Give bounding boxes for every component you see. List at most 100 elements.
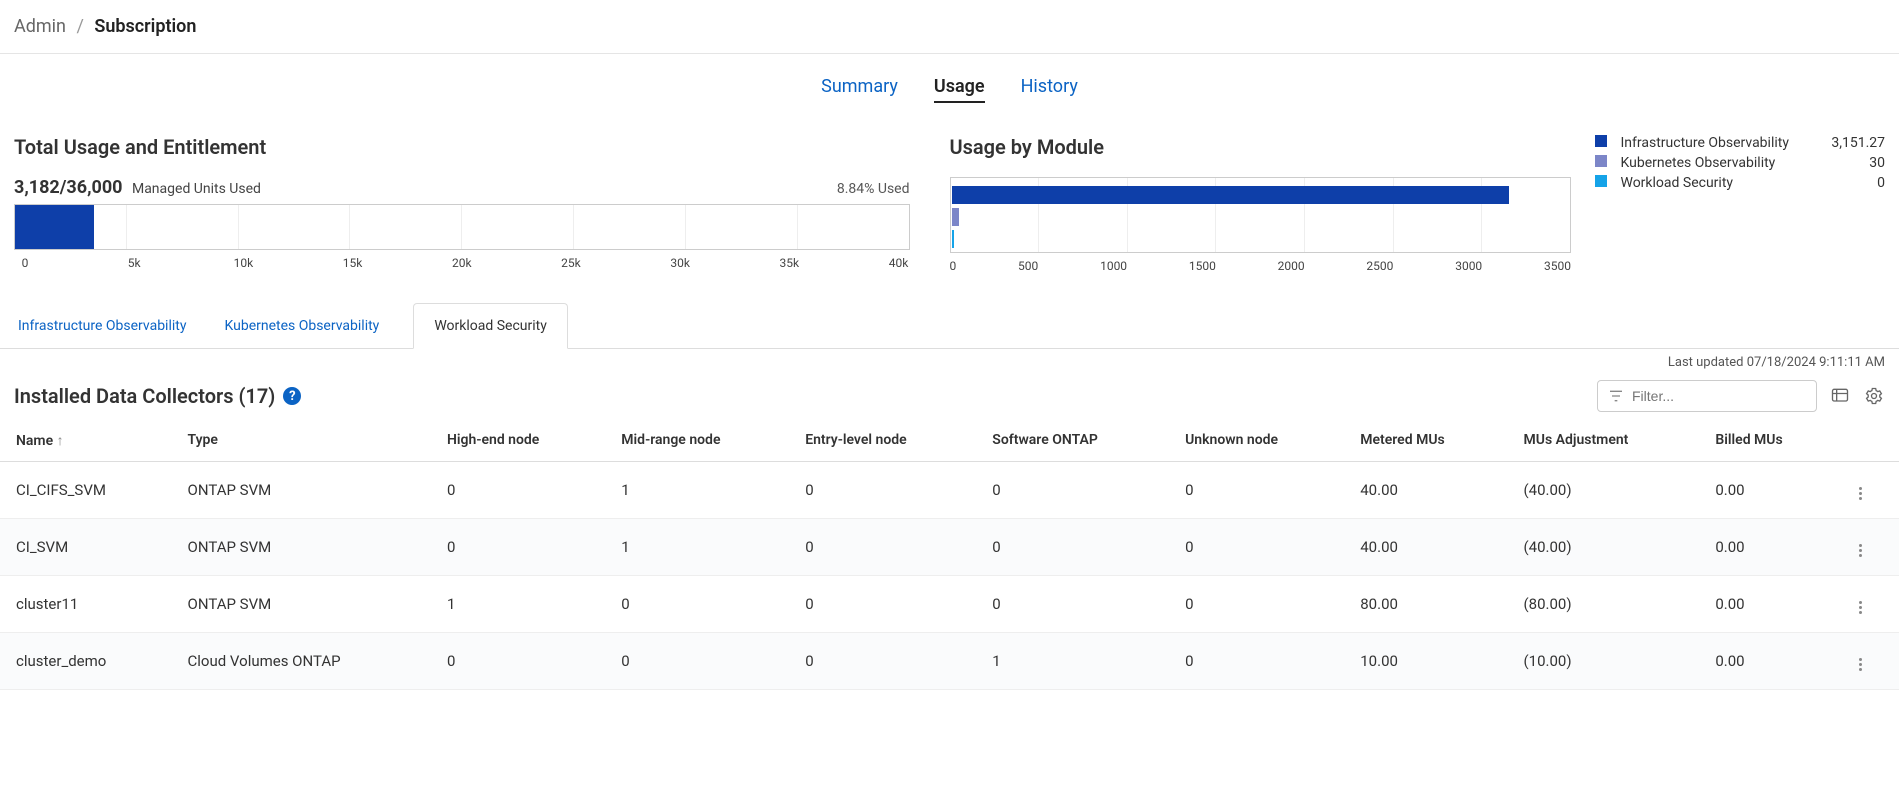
col-software[interactable]: Software ONTAP [976, 420, 1169, 462]
row-kebab-icon[interactable] [1855, 540, 1866, 561]
col-unknown[interactable]: Unknown node [1169, 420, 1344, 462]
breadcrumb-root[interactable]: Admin [14, 16, 66, 37]
tab-usage[interactable]: Usage [934, 76, 985, 103]
table-cell: ONTAP SVM [172, 519, 431, 576]
overview-section: Total Usage and Entitlement 3,182/36,000… [0, 115, 1899, 303]
table-cell: 1 [431, 576, 605, 633]
row-kebab-icon[interactable] [1855, 654, 1866, 675]
table-cell: 0 [789, 462, 976, 519]
col-metered[interactable]: Metered MUs [1344, 420, 1507, 462]
filter-icon [1608, 388, 1624, 404]
table-cell: 0 [605, 576, 789, 633]
table-cell: 0 [1169, 633, 1344, 690]
sub-tabs: Infrastructure Observability Kubernetes … [0, 303, 1899, 349]
table-cell: 0 [789, 576, 976, 633]
table-cell: 0.00 [1699, 576, 1838, 633]
total-usage-title: Total Usage and Entitlement [14, 135, 910, 159]
table-tools [1597, 380, 1885, 412]
col-type[interactable]: Type [172, 420, 431, 462]
table-cell: 80.00 [1344, 576, 1507, 633]
table-cell: (40.00) [1508, 519, 1700, 576]
table-row[interactable]: cluster_demoCloud Volumes ONTAP0001010.0… [0, 633, 1899, 690]
row-kebab-icon[interactable] [1855, 597, 1866, 618]
col-midrange[interactable]: Mid-range node [605, 420, 789, 462]
module-bar-ws [952, 230, 954, 248]
table-cell: 0 [976, 462, 1169, 519]
table-title: Installed Data Collectors (17) ? [14, 384, 301, 408]
module-bar-infra [952, 186, 1510, 204]
total-usage-panel: Total Usage and Entitlement 3,182/36,000… [14, 125, 950, 273]
table-row[interactable]: CI_SVMONTAP SVM0100040.00(40.00)0.00 [0, 519, 1899, 576]
table-cell: 0.00 [1699, 462, 1838, 519]
usage-progress-bar [14, 204, 910, 250]
table-cell: 0 [605, 633, 789, 690]
usage-progress-axis: 0 5k 10k 15k 20k 25k 30k 35k 40k [14, 256, 910, 270]
help-icon[interactable]: ? [283, 387, 301, 405]
subtab-infra[interactable]: Infrastructure Observability [14, 304, 190, 348]
table-cell: 0 [1169, 519, 1344, 576]
table-cell: 40.00 [1344, 462, 1507, 519]
legend-item-k8s: Kubernetes Observability 30 [1595, 155, 1885, 171]
table-cell: 10.00 [1344, 633, 1507, 690]
breadcrumb: Admin / Subscription [0, 0, 1899, 54]
table-cell: CI_SVM [0, 519, 172, 576]
legend-swatch-icon [1595, 155, 1607, 167]
top-tabs: Summary Usage History [0, 54, 1899, 115]
table-cell: 1 [605, 462, 789, 519]
table-header: Installed Data Collectors (17) ? [0, 370, 1899, 420]
tab-history[interactable]: History [1021, 76, 1078, 103]
table-row[interactable]: cluster11ONTAP SVM1000080.00(80.00)0.00 [0, 576, 1899, 633]
legend-item-infra: Infrastructure Observability 3,151.27 [1595, 135, 1885, 151]
gear-icon[interactable] [1863, 385, 1885, 407]
table-row[interactable]: CI_CIFS_SVMONTAP SVM0100040.00(40.00)0.0… [0, 462, 1899, 519]
usage-percent: 8.84% Used [837, 181, 910, 197]
table-cell: 1 [605, 519, 789, 576]
collectors-table: Name Type High-end node Mid-range node E… [0, 420, 1899, 690]
subtab-k8s[interactable]: Kubernetes Observability [220, 304, 383, 348]
breadcrumb-current: Subscription [94, 16, 196, 37]
module-chart-title: Usage by Module [950, 135, 1572, 159]
table-cell: 0 [976, 519, 1169, 576]
tab-summary[interactable]: Summary [821, 76, 898, 103]
usage-progress-fill [15, 205, 94, 249]
table-cell: (40.00) [1508, 462, 1700, 519]
col-name[interactable]: Name [0, 420, 172, 462]
usage-ratio: 3,182/36,000 [14, 177, 122, 198]
module-bar-k8s [952, 208, 959, 226]
usage-by-module-panel: Usage by Module 0 500 1000 1500 2000 250… [950, 125, 1886, 273]
export-icon[interactable] [1829, 385, 1851, 407]
table-cell: 40.00 [1344, 519, 1507, 576]
table-cell: (10.00) [1508, 633, 1700, 690]
module-chart: Usage by Module 0 500 1000 1500 2000 250… [950, 125, 1572, 273]
module-chart-axis: 0 500 1000 1500 2000 2500 3000 3500 [950, 259, 1572, 273]
table-cell: 0 [431, 519, 605, 576]
table-cell: 0.00 [1699, 633, 1838, 690]
table-cell: ONTAP SVM [172, 576, 431, 633]
breadcrumb-separator: / [76, 16, 83, 37]
col-entry[interactable]: Entry-level node [789, 420, 976, 462]
table-cell: CI_CIFS_SVM [0, 462, 172, 519]
table-cell: 0 [789, 633, 976, 690]
table-cell: 0.00 [1699, 519, 1838, 576]
filter-input-wrapper[interactable] [1597, 380, 1817, 412]
module-legend: Infrastructure Observability 3,151.27 Ku… [1595, 135, 1885, 273]
table-cell: 1 [976, 633, 1169, 690]
table-cell: cluster11 [0, 576, 172, 633]
table-cell: 0 [1169, 462, 1344, 519]
col-billed[interactable]: Billed MUs [1699, 420, 1838, 462]
filter-input[interactable] [1630, 387, 1806, 405]
table-cell: cluster_demo [0, 633, 172, 690]
col-highend[interactable]: High-end node [431, 420, 605, 462]
legend-swatch-icon [1595, 135, 1607, 147]
table-cell: (80.00) [1508, 576, 1700, 633]
table-cell: 0 [431, 633, 605, 690]
last-updated: Last updated 07/18/2024 9:11:11 AM [0, 349, 1899, 370]
legend-item-ws: Workload Security 0 [1595, 175, 1885, 191]
usage-ratio-label: Managed Units Used [132, 181, 261, 197]
table-cell: 0 [976, 576, 1169, 633]
table-cell: Cloud Volumes ONTAP [172, 633, 431, 690]
usage-summary-line: 3,182/36,000 Managed Units Used 8.84% Us… [14, 177, 910, 198]
subtab-ws[interactable]: Workload Security [413, 303, 568, 349]
row-kebab-icon[interactable] [1855, 483, 1866, 504]
col-adjust[interactable]: MUs Adjustment [1508, 420, 1700, 462]
